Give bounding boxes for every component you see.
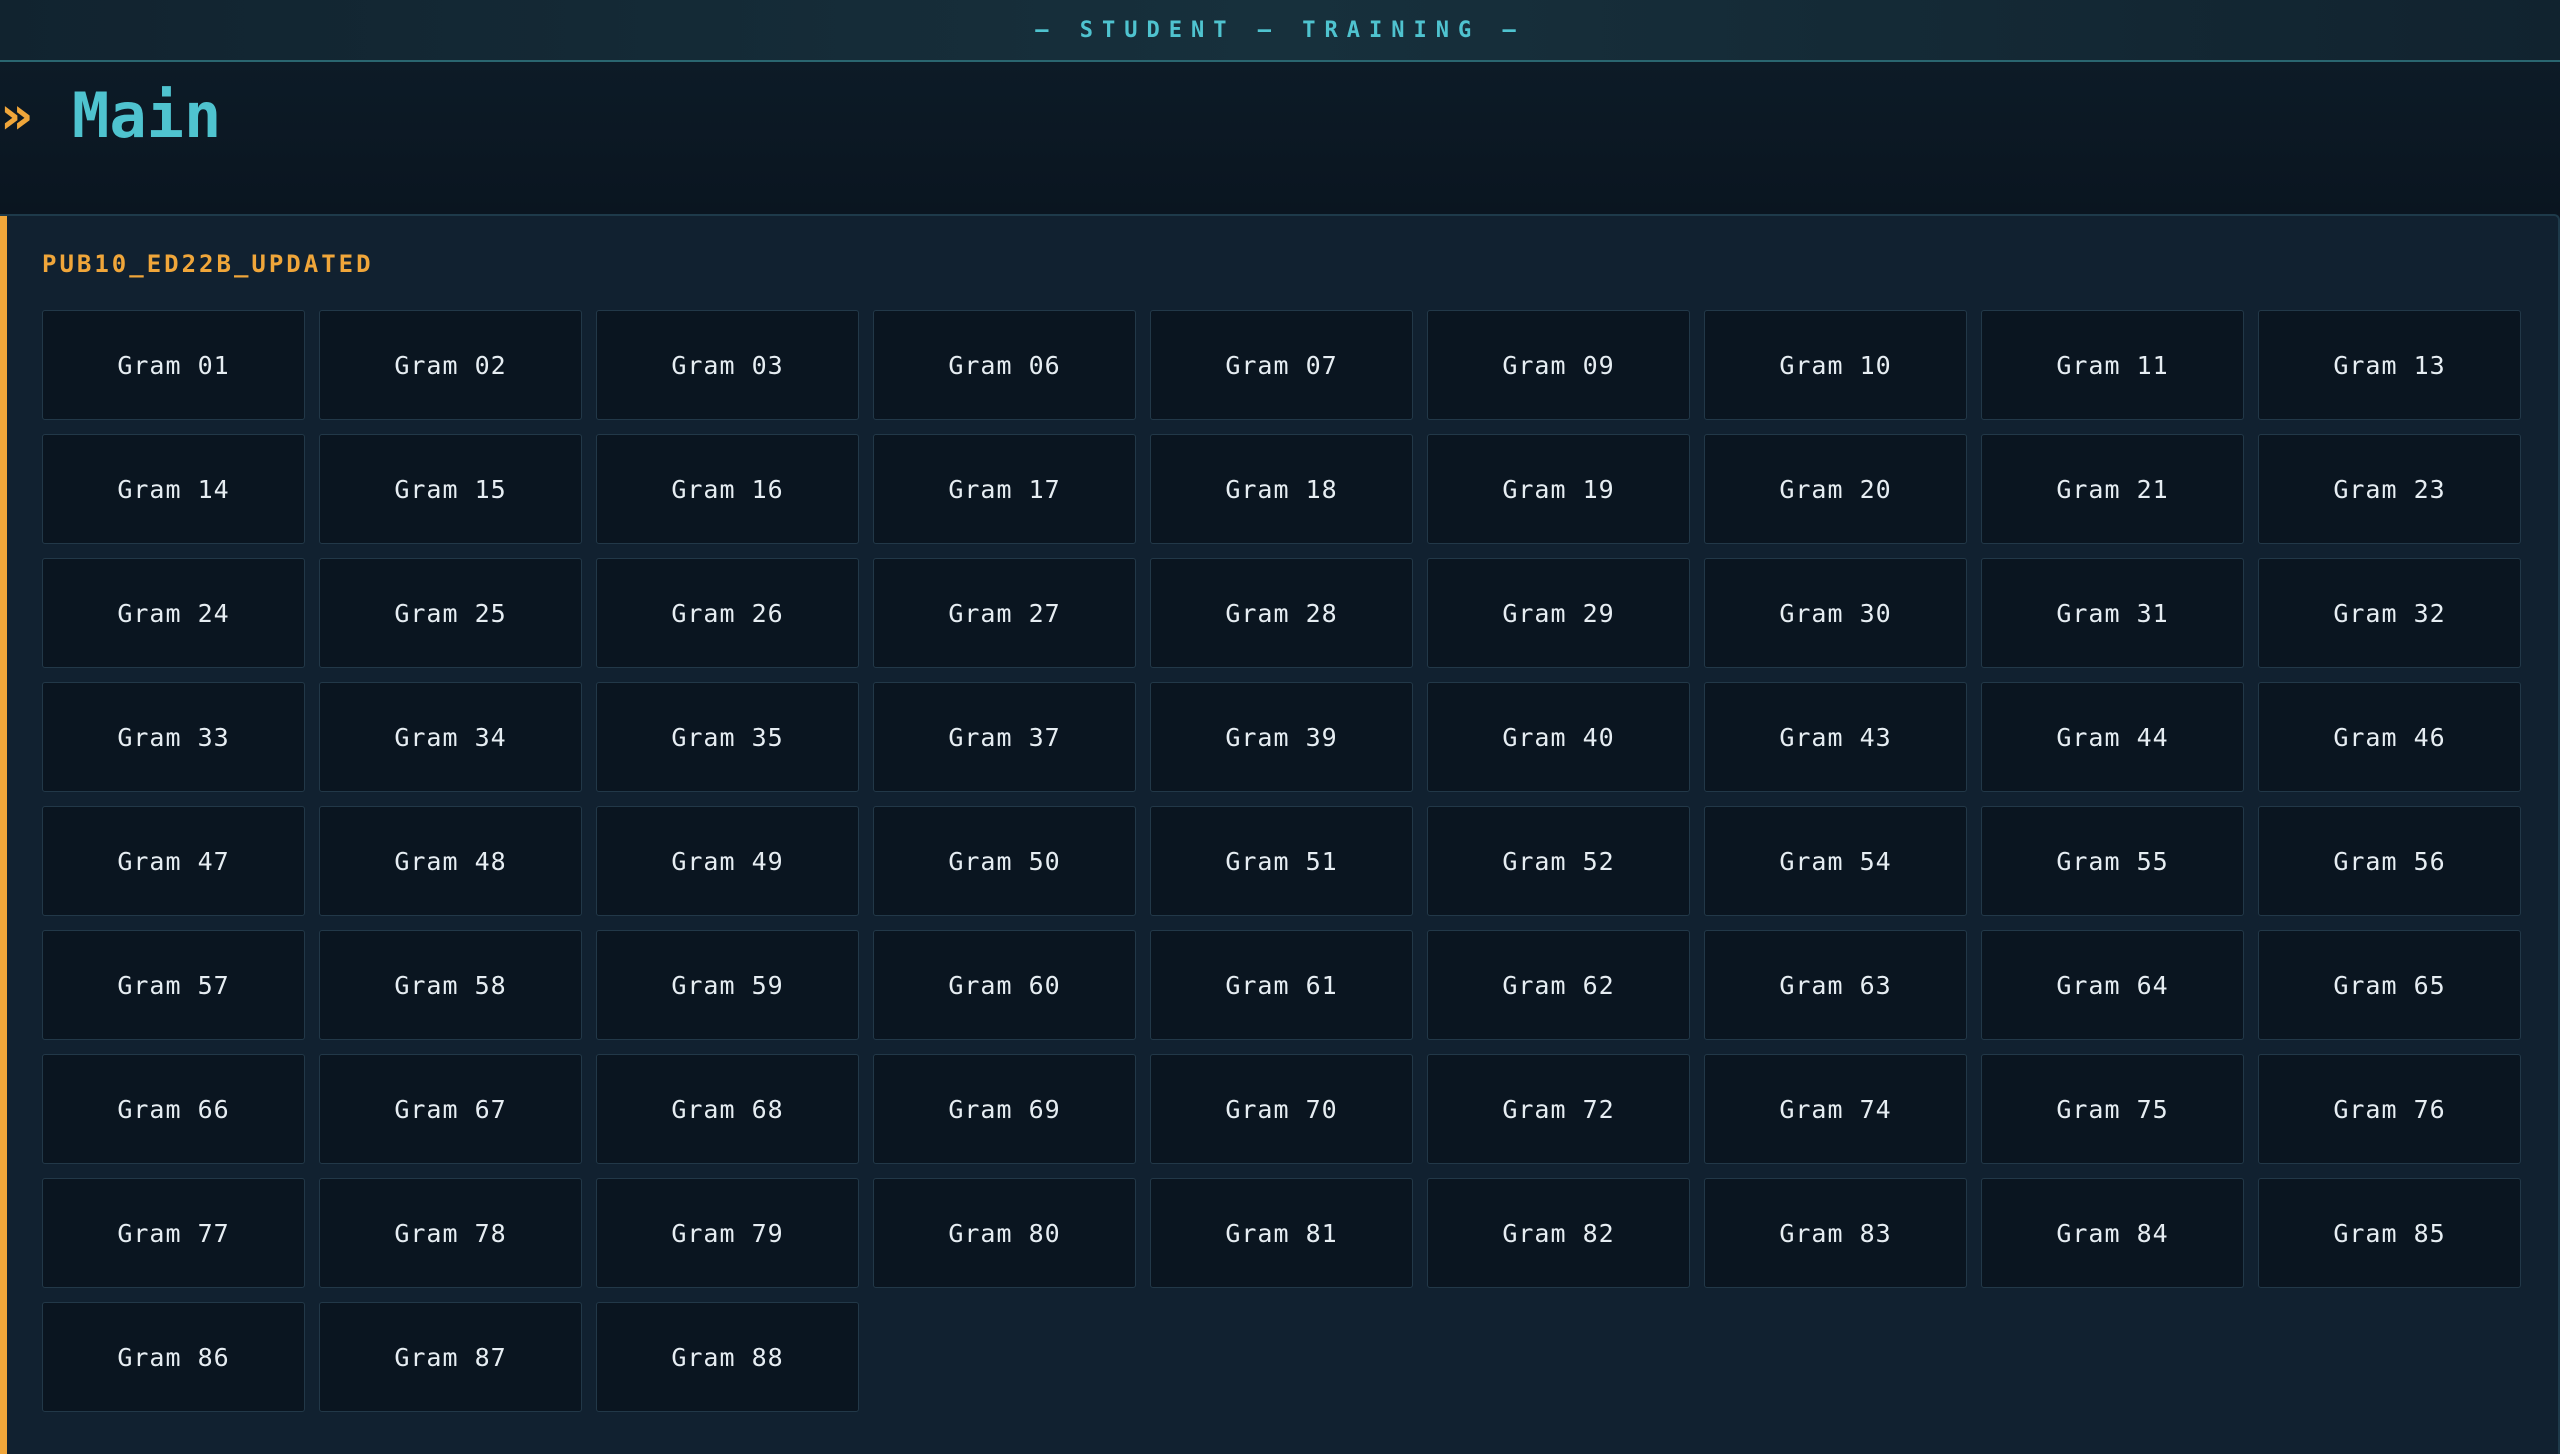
gram-button[interactable]: Gram 18 — [1150, 434, 1413, 544]
gram-button[interactable]: Gram 77 — [42, 1178, 305, 1288]
gram-button[interactable]: Gram 28 — [1150, 558, 1413, 668]
gram-button[interactable]: Gram 11 — [1981, 310, 2244, 420]
gram-button[interactable]: Gram 43 — [1704, 682, 1967, 792]
gram-button-grid: Gram 01 Gram 02 Gram 03 Gram 06 Gram 07 Gram … — [42, 310, 2523, 1412]
app-title-bar: — STUDENT — TRAINING — — [0, 0, 2560, 62]
gram-button[interactable]: Gram 61 — [1150, 930, 1413, 1040]
gram-button[interactable]: Gram 57 — [42, 930, 305, 1040]
section-label: PUB10_ED22B_UPDATED — [42, 250, 374, 278]
gram-button[interactable]: Gram 20 — [1704, 434, 1967, 544]
gram-button[interactable]: Gram 75 — [1981, 1054, 2244, 1164]
panel-accent-bar — [0, 216, 7, 1454]
gram-button[interactable]: Gram 40 — [1427, 682, 1690, 792]
gram-button[interactable]: Gram 88 — [596, 1302, 859, 1412]
gram-button[interactable]: Gram 74 — [1704, 1054, 1967, 1164]
gram-button[interactable]: Gram 30 — [1704, 558, 1967, 668]
gram-button[interactable]: Gram 62 — [1427, 930, 1690, 1040]
gram-button[interactable]: Gram 81 — [1150, 1178, 1413, 1288]
gram-button[interactable]: Gram 07 — [1150, 310, 1413, 420]
gram-button[interactable]: Gram 49 — [596, 806, 859, 916]
gram-button[interactable]: Gram 24 — [42, 558, 305, 668]
gram-button[interactable]: Gram 23 — [2258, 434, 2521, 544]
gram-button[interactable]: Gram 63 — [1704, 930, 1967, 1040]
gram-button[interactable]: Gram 52 — [1427, 806, 1690, 916]
gram-button[interactable]: Gram 03 — [596, 310, 859, 420]
gram-button[interactable]: Gram 70 — [1150, 1054, 1413, 1164]
gram-button[interactable]: Gram 80 — [873, 1178, 1136, 1288]
gram-button[interactable]: Gram 14 — [42, 434, 305, 544]
gram-button[interactable]: Gram 69 — [873, 1054, 1136, 1164]
gram-button[interactable]: Gram 32 — [2258, 558, 2521, 668]
gram-button[interactable]: Gram 21 — [1981, 434, 2244, 544]
gram-button[interactable]: Gram 86 — [42, 1302, 305, 1412]
gram-button[interactable]: Gram 17 — [873, 434, 1136, 544]
gram-button[interactable]: Gram 46 — [2258, 682, 2521, 792]
double-chevron-right-icon: » — [0, 86, 34, 146]
gram-button[interactable]: Gram 16 — [596, 434, 859, 544]
gram-button[interactable]: Gram 84 — [1981, 1178, 2244, 1288]
gram-button[interactable]: Gram 54 — [1704, 806, 1967, 916]
gram-button[interactable]: Gram 35 — [596, 682, 859, 792]
gram-button[interactable]: Gram 19 — [1427, 434, 1690, 544]
app-title: — STUDENT — TRAINING — — [1035, 17, 1525, 43]
gram-button[interactable]: Gram 58 — [319, 930, 582, 1040]
gram-button[interactable]: Gram 72 — [1427, 1054, 1690, 1164]
gram-button[interactable]: Gram 78 — [319, 1178, 582, 1288]
gram-button[interactable]: Gram 76 — [2258, 1054, 2521, 1164]
gram-button[interactable]: Gram 09 — [1427, 310, 1690, 420]
gram-button[interactable]: Gram 64 — [1981, 930, 2244, 1040]
gram-button[interactable]: Gram 31 — [1981, 558, 2244, 668]
page-title: Main — [72, 79, 222, 152]
gram-button[interactable]: Gram 87 — [319, 1302, 582, 1412]
gram-button[interactable]: Gram 29 — [1427, 558, 1690, 668]
gram-button[interactable]: Gram 06 — [873, 310, 1136, 420]
gram-button[interactable]: Gram 48 — [319, 806, 582, 916]
gram-button[interactable]: Gram 15 — [319, 434, 582, 544]
gram-button[interactable]: Gram 33 — [42, 682, 305, 792]
gram-button[interactable]: Gram 50 — [873, 806, 1136, 916]
gram-section-panel: PUB10_ED22B_UPDATED Gram 01 Gram 02 Gram 0… — [0, 214, 2560, 1454]
gram-button[interactable]: Gram 13 — [2258, 310, 2521, 420]
gram-button[interactable]: Gram 83 — [1704, 1178, 1967, 1288]
gram-button[interactable]: Gram 44 — [1981, 682, 2244, 792]
gram-button[interactable]: Gram 85 — [2258, 1178, 2521, 1288]
page-title-row: » Main — [0, 74, 221, 158]
gram-button[interactable]: Gram 65 — [2258, 930, 2521, 1040]
gram-button[interactable]: Gram 55 — [1981, 806, 2244, 916]
gram-button[interactable]: Gram 60 — [873, 930, 1136, 1040]
gram-button[interactable]: Gram 56 — [2258, 806, 2521, 916]
gram-button[interactable]: Gram 26 — [596, 558, 859, 668]
gram-button[interactable]: Gram 01 — [42, 310, 305, 420]
gram-button[interactable]: Gram 10 — [1704, 310, 1967, 420]
gram-button[interactable]: Gram 66 — [42, 1054, 305, 1164]
gram-button[interactable]: Gram 27 — [873, 558, 1136, 668]
gram-button[interactable]: Gram 37 — [873, 682, 1136, 792]
gram-button[interactable]: Gram 79 — [596, 1178, 859, 1288]
page-header: » Main — [0, 62, 2560, 214]
gram-button[interactable]: Gram 25 — [319, 558, 582, 668]
gram-button[interactable]: Gram 39 — [1150, 682, 1413, 792]
gram-button[interactable]: Gram 68 — [596, 1054, 859, 1164]
gram-button[interactable]: Gram 59 — [596, 930, 859, 1040]
gram-button[interactable]: Gram 67 — [319, 1054, 582, 1164]
gram-button[interactable]: Gram 02 — [319, 310, 582, 420]
gram-button[interactable]: Gram 51 — [1150, 806, 1413, 916]
gram-button[interactable]: Gram 82 — [1427, 1178, 1690, 1288]
gram-button[interactable]: Gram 47 — [42, 806, 305, 916]
gram-button[interactable]: Gram 34 — [319, 682, 582, 792]
